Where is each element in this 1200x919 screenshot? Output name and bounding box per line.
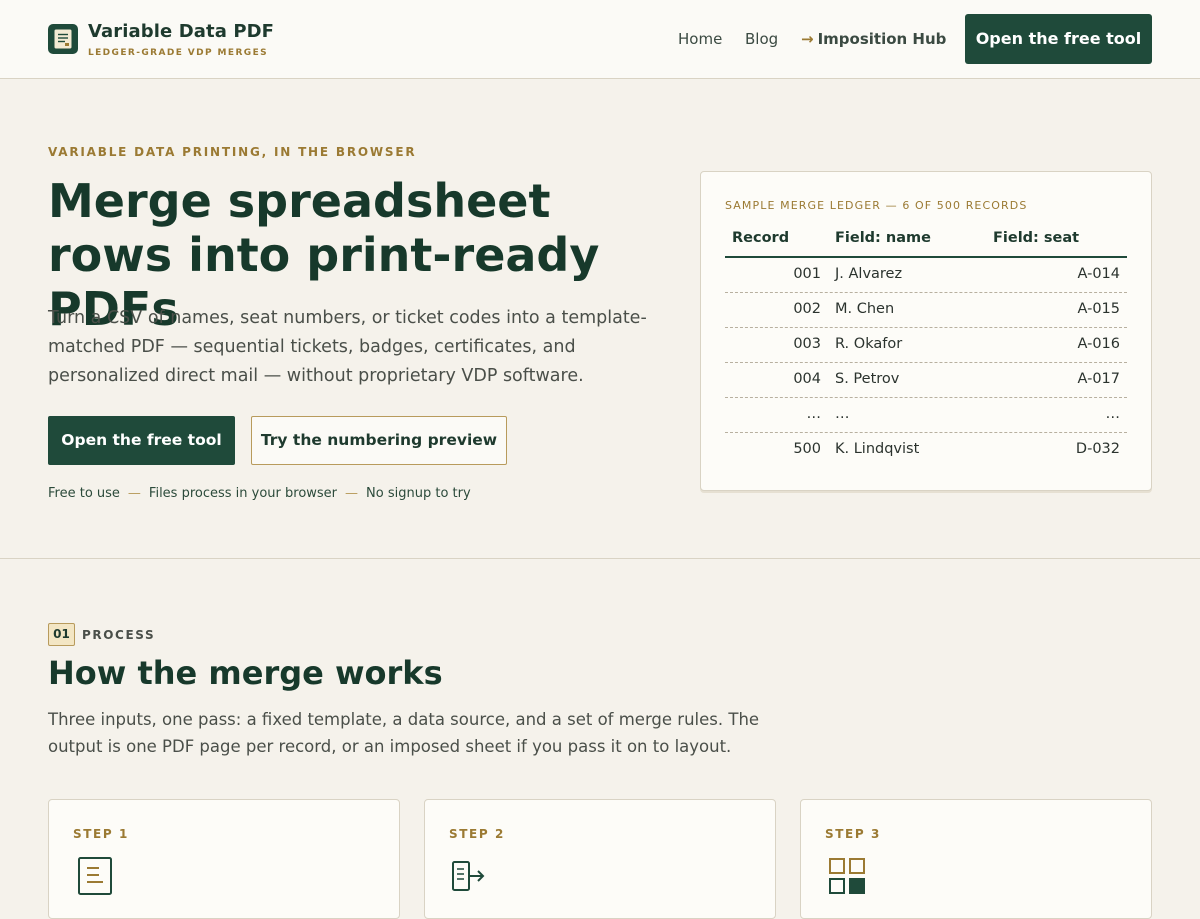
step-card-2: STEP 2: [424, 799, 776, 919]
seat-cell: A-017: [1077, 371, 1120, 387]
name-cell: K. Lindqvist: [835, 441, 920, 457]
nav-hub-label: Imposition Hub: [817, 30, 947, 48]
table-row: … … …: [725, 398, 1127, 433]
step-label: STEP 1: [73, 827, 129, 841]
nav-imposition-hub-link[interactable]: → Imposition Hub: [801, 30, 946, 48]
record-cell: 002: [793, 301, 821, 317]
name-cell: M. Chen: [835, 301, 895, 317]
ledger-caption: SAMPLE MERGE LEDGER — 6 OF 500 RECORDS: [725, 199, 1028, 212]
step-label: STEP 3: [825, 827, 881, 841]
data-import-icon: [449, 856, 489, 900]
name-cell: …: [835, 406, 850, 422]
table-row: 003 R. Okafor A-016: [725, 328, 1127, 363]
site-header: Variable Data PDF LEDGER-GRADE VDP MERGE…: [0, 0, 1200, 79]
header-open-tool-button[interactable]: Open the free tool: [965, 14, 1152, 64]
section-title: How the merge works: [48, 654, 443, 692]
column-header-record: Record: [732, 230, 790, 246]
note-separator: —: [345, 486, 359, 501]
note-separator: —: [127, 486, 141, 501]
brand-name[interactable]: Variable Data PDF: [88, 21, 274, 42]
record-cell: 003: [793, 336, 821, 352]
section-number-badge: 01: [48, 623, 75, 646]
seat-cell: A-014: [1077, 266, 1120, 282]
section-description: Three inputs, one pass: a fixed template…: [48, 710, 760, 756]
table-row: 001 J. Alvarez A-014: [725, 258, 1127, 293]
seat-cell: D-032: [1075, 441, 1120, 457]
record-cell: …: [806, 406, 822, 422]
note-free: Free to use: [48, 486, 120, 501]
sample-merge-ledger: SAMPLE MERGE LEDGER — 6 OF 500 RECORDS R…: [700, 171, 1152, 491]
name-cell: S. Petrov: [835, 371, 900, 387]
table-row: 004 S. Petrov A-017: [725, 363, 1127, 398]
numbering-preview-button[interactable]: Try the numbering preview: [251, 416, 507, 465]
nav-blog-link[interactable]: Blog: [745, 30, 778, 48]
seat-cell: A-016: [1077, 336, 1120, 352]
section-label: PROCESS: [82, 628, 156, 642]
step-label: STEP 2: [449, 827, 505, 841]
record-cell: 001: [793, 266, 821, 282]
note-signup: No signup to try: [366, 486, 471, 501]
step-card-3: STEP 3: [800, 799, 1152, 919]
table-row: 002 M. Chen A-015: [725, 293, 1127, 328]
note-browser: Files process in your browser: [148, 486, 338, 501]
section-divider: [0, 558, 1200, 559]
template-document-icon: [73, 856, 113, 900]
name-cell: R. Okafor: [835, 336, 903, 352]
record-cell: 004: [793, 371, 821, 387]
record-cell: 500: [793, 441, 821, 457]
column-header-seat: Field: seat: [993, 230, 1080, 246]
table-row: 500 K. Lindqvist D-032: [725, 433, 1127, 468]
arrow-right-icon: →: [801, 30, 814, 48]
seat-cell: A-015: [1077, 301, 1120, 317]
seat-cell: …: [1105, 406, 1121, 422]
hero-description: Turn a CSV of names, seat numbers, or ti…: [48, 308, 647, 386]
name-cell: J. Alvarez: [835, 266, 903, 282]
ledger-table: Record Field: name Field: seat 001 J. Al…: [725, 222, 1127, 468]
open-tool-button[interactable]: Open the free tool: [48, 416, 235, 465]
brand-tagline: LEDGER-GRADE VDP MERGES: [88, 48, 269, 58]
document-icon[interactable]: [48, 24, 78, 54]
nav-home-link[interactable]: Home: [678, 30, 722, 48]
step-card-1: STEP 1: [48, 799, 400, 919]
hero-eyebrow: VARIABLE DATA PRINTING, IN THE BROWSER: [48, 145, 417, 159]
column-header-name: Field: name: [835, 230, 931, 246]
hero-notes: Free to use — Files process in your browse…: [48, 486, 471, 501]
grid-layout-icon: [825, 856, 865, 900]
ledger-header-row: Record Field: name Field: seat: [725, 222, 1127, 258]
